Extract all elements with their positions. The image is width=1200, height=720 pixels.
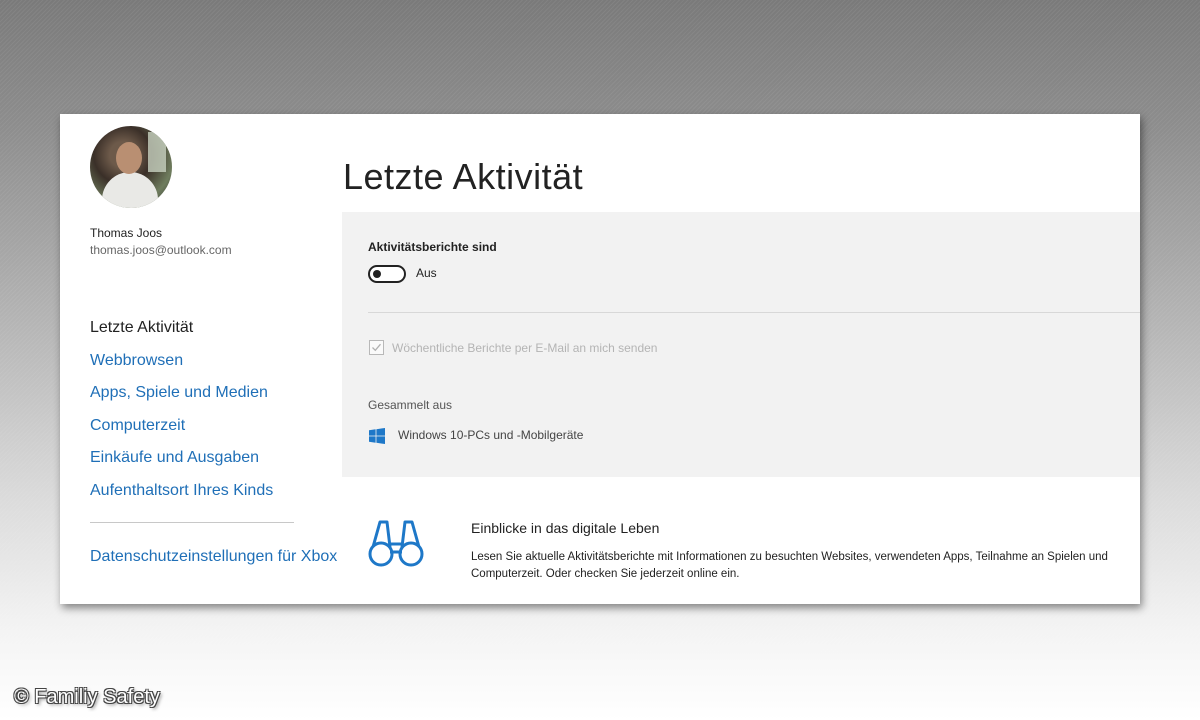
sidebar-nav: Letzte Aktivität Webbrowsen Apps, Spiele… — [90, 320, 273, 515]
sidebar-item-web-browsing[interactable]: Webbrowsen — [90, 352, 273, 386]
panel-divider — [368, 312, 1140, 313]
activity-settings-panel: Aktivitätsberichte sind Aus Wöchentliche… — [342, 212, 1140, 477]
avatar-background — [148, 132, 166, 172]
app-window: Thomas Joos thomas.joos@outlook.com Letz… — [60, 114, 1140, 604]
info-description: Lesen Sie aktuelle Aktivitätsberichte mi… — [471, 551, 1108, 580]
activity-reports-state: Aus — [416, 266, 437, 280]
sidebar-item-recent-activity[interactable]: Letzte Aktivität — [90, 320, 273, 353]
windows-logo-icon — [369, 428, 385, 444]
sidebar-item-child-location[interactable]: Aufenthaltsort Ihres Kinds — [90, 482, 273, 516]
user-name: Thomas Joos — [90, 226, 163, 240]
page-title: Letzte Aktivität — [343, 156, 584, 198]
collected-source: Windows 10-PCs und -Mobilgeräte — [398, 428, 584, 442]
weekly-email-checkbox[interactable] — [369, 340, 384, 355]
collected-from-label: Gesammelt aus — [368, 398, 453, 412]
activity-reports-toggle[interactable] — [368, 265, 406, 283]
avatar-head — [116, 142, 142, 174]
user-email: thomas.joos@outlook.com — [90, 243, 232, 257]
sidebar-item-purchases[interactable]: Einkäufe und Ausgaben — [90, 450, 273, 483]
xbox-privacy-link[interactable]: Datenschutzeinstellungen für Xbox — [90, 548, 337, 566]
binoculars-icon — [368, 520, 424, 567]
avatar-body — [102, 172, 158, 208]
checkmark-icon — [372, 343, 381, 352]
toggle-knob — [373, 270, 381, 278]
activity-reports-label: Aktivitätsberichte sind — [368, 240, 497, 254]
sidebar-item-apps-games-media[interactable]: Apps, Spiele und Medien — [90, 385, 273, 418]
info-title: Einblicke in das digitale Leben — [471, 520, 660, 536]
sidebar-item-screen-time[interactable]: Computerzeit — [90, 417, 273, 451]
weekly-email-label: Wöchentliche Berichte per E-Mail an mich… — [392, 341, 658, 355]
avatar[interactable] — [90, 126, 172, 208]
sidebar-divider — [90, 522, 294, 523]
sidebar: Thomas Joos thomas.joos@outlook.com Letz… — [60, 114, 342, 604]
copyright-watermark: © Familiy Safety — [14, 686, 160, 708]
